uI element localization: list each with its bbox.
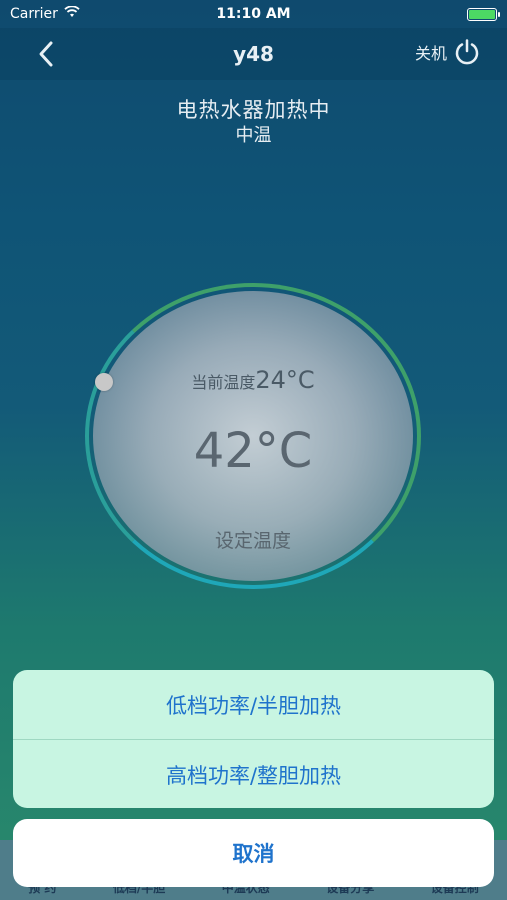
high-power-full-heating-option[interactable]: 高档功率/整胆加热 xyxy=(13,740,494,808)
action-sheet-options: 低档功率/半胆加热 高档功率/整胆加热 xyxy=(13,670,494,808)
low-power-half-heating-option[interactable]: 低档功率/半胆加热 xyxy=(13,670,494,739)
cancel-button[interactable]: 取消 xyxy=(13,819,494,887)
